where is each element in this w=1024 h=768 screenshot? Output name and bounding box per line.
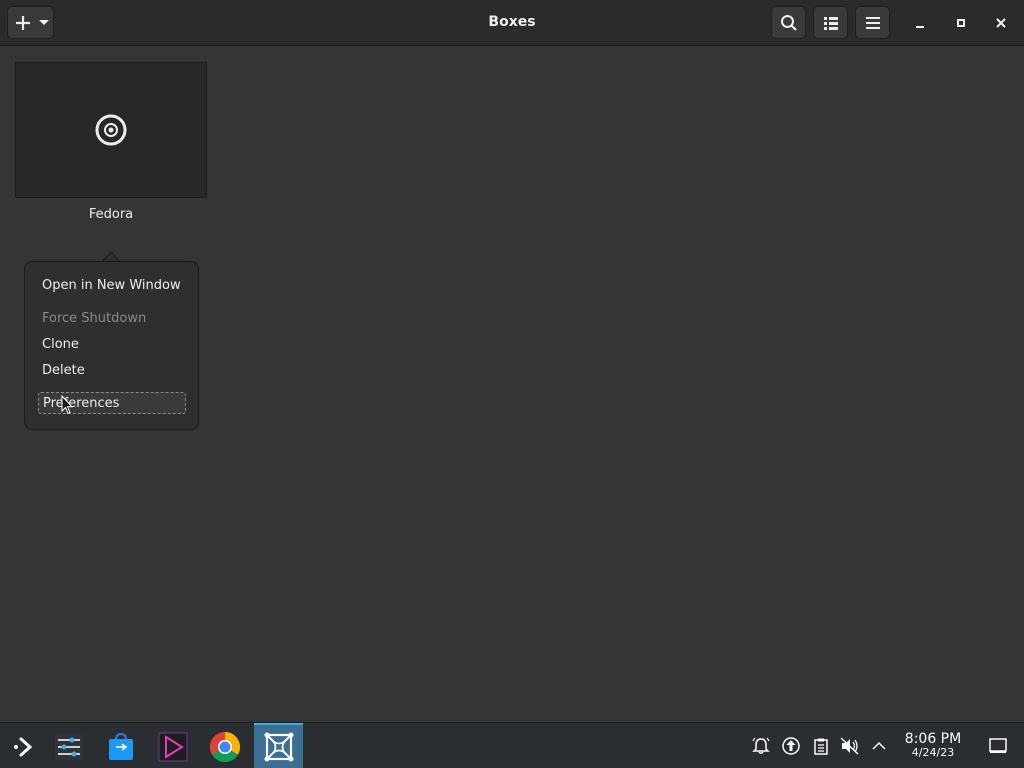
updates-tray[interactable]: [780, 735, 802, 757]
clipboard-icon: [814, 738, 828, 755]
show-desktop-button[interactable]: [987, 735, 1009, 757]
open-in-new-window-item[interactable]: Open in New Window: [42, 275, 181, 297]
application-launcher-icon: [14, 737, 33, 757]
box-name[interactable]: Fedora: [15, 207, 207, 222]
force-shutdown-item: Force Shutdown: [42, 311, 147, 326]
chrome-icon: [209, 732, 241, 763]
list-view-icon: [823, 16, 838, 30]
minimize-button[interactable]: [905, 7, 937, 39]
header-bar: Boxes: [0, 0, 1024, 46]
box-thumbnail[interactable]: [15, 62, 207, 198]
taskbar: [0, 722, 1024, 768]
maximize-button[interactable]: [945, 7, 977, 39]
plus-icon: [15, 15, 49, 30]
new-box-button[interactable]: [7, 6, 54, 39]
settings-task[interactable]: [46, 725, 92, 768]
search-button[interactable]: [771, 6, 806, 39]
clock-time[interactable]: 8:06 PM: [898, 731, 968, 747]
notifications-icon: [752, 737, 770, 754]
settings-sliders-icon: [55, 734, 83, 760]
clone-item[interactable]: Clone: [42, 334, 79, 356]
hamburger-menu-icon: [865, 16, 880, 29]
minimize-icon: [916, 26, 924, 28]
clock-date[interactable]: 4/24/23: [898, 746, 968, 759]
maximize-icon: [957, 19, 965, 27]
volume-tray[interactable]: [839, 735, 861, 757]
search-icon: [780, 14, 797, 31]
media-player-task[interactable]: [150, 725, 196, 768]
main-menu-button[interactable]: [855, 6, 890, 39]
boxes-task[interactable]: [254, 723, 303, 768]
show-desktop-icon: [989, 738, 1007, 753]
target-icon: [95, 114, 127, 146]
close-button[interactable]: [985, 7, 1017, 39]
discover-task[interactable]: [98, 725, 144, 768]
window-title: Boxes: [488, 14, 536, 30]
application-launcher-button[interactable]: [0, 725, 46, 768]
update-icon: [782, 737, 800, 755]
box-context-menu: Open in New Window Force Shutdown Clone …: [24, 261, 199, 430]
mouse-cursor-icon: [61, 395, 73, 415]
delete-item[interactable]: Delete: [42, 360, 85, 382]
expand-tray-icon: [872, 741, 886, 750]
clipboard-tray[interactable]: [810, 735, 832, 757]
media-player-icon: [158, 732, 188, 762]
volume-muted-icon: [840, 737, 859, 755]
chrome-task[interactable]: [202, 725, 248, 768]
close-icon: [996, 18, 1006, 28]
expand-tray-button[interactable]: [868, 735, 890, 757]
boxes-icon: [264, 732, 293, 762]
discover-store-icon: [109, 732, 133, 760]
notifications-tray[interactable]: [750, 735, 772, 757]
view-toggle-button[interactable]: [813, 6, 848, 39]
